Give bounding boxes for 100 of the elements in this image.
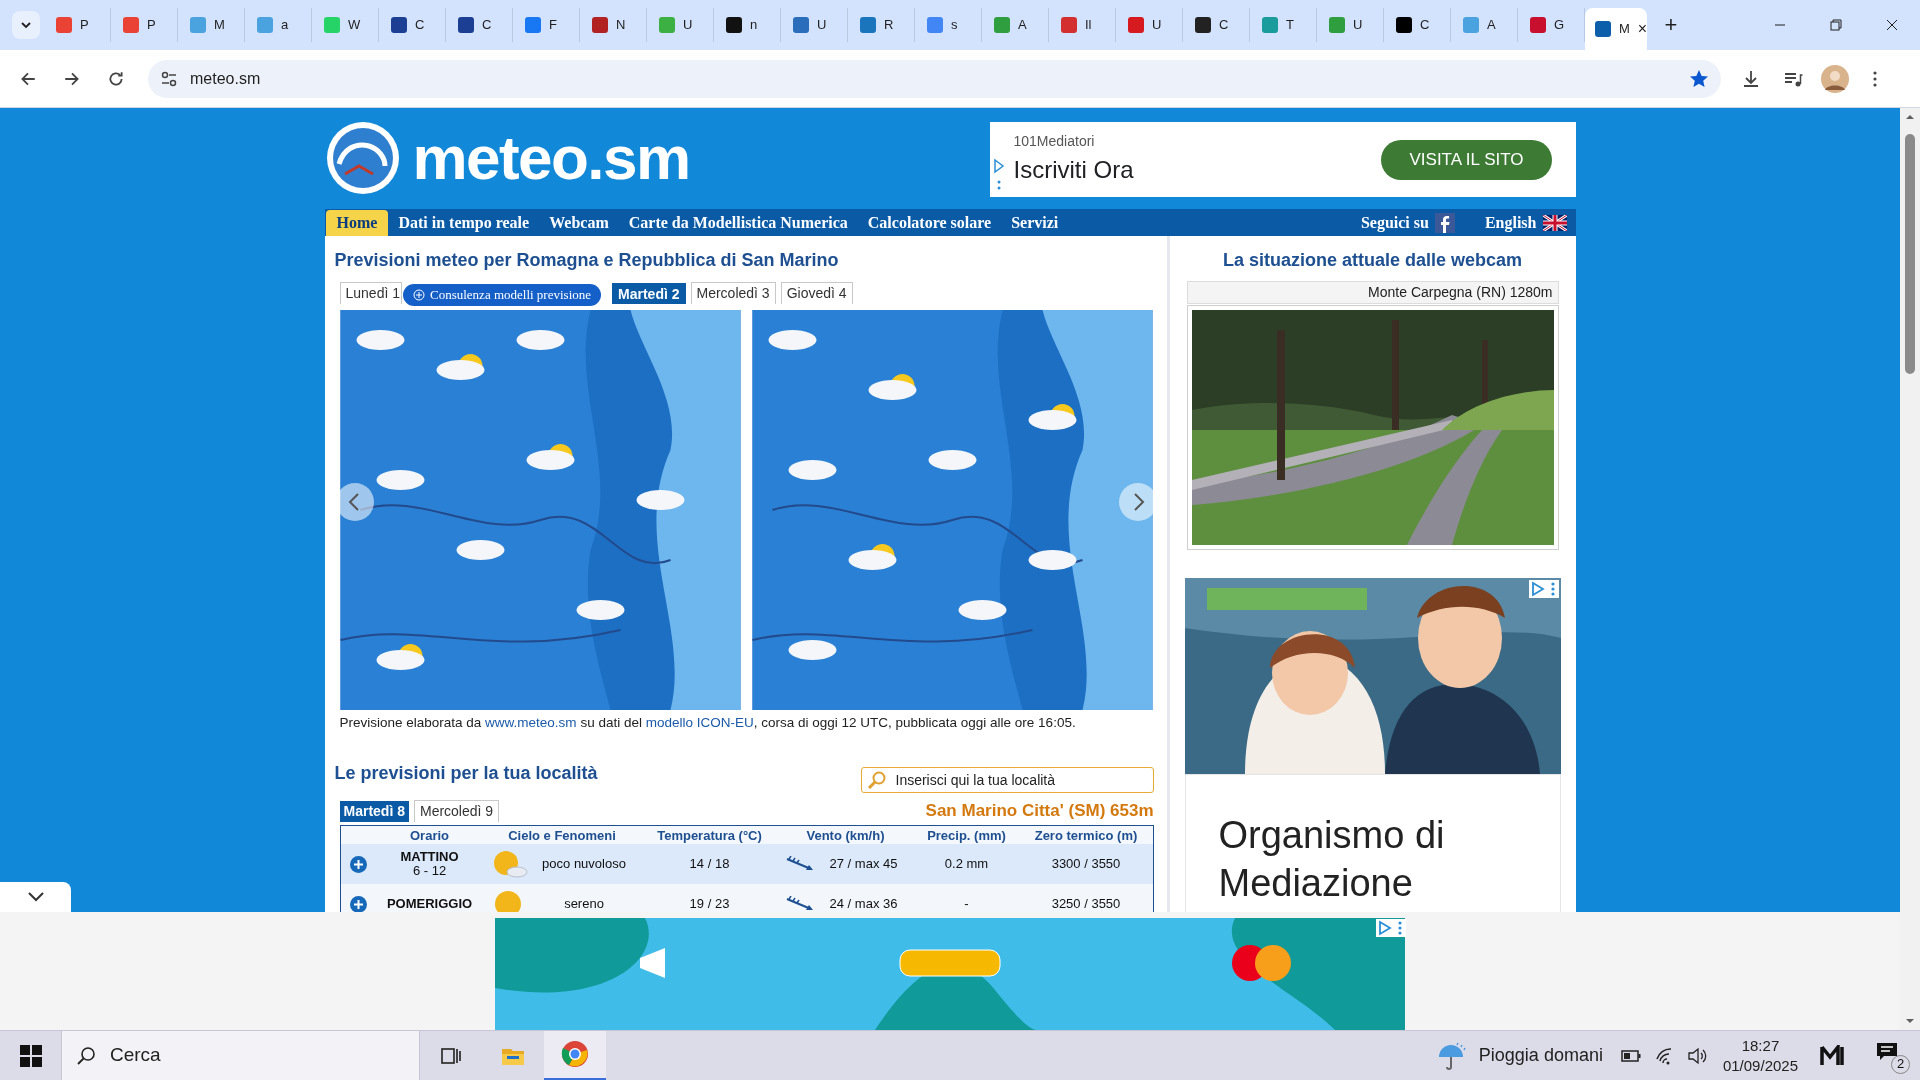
expand-icon[interactable] <box>349 855 367 873</box>
browser-tab[interactable]: Il <box>1049 8 1116 42</box>
url-text: meteo.sm <box>190 68 261 89</box>
column-header: Temperatura (°C) <box>656 827 763 845</box>
ad-choices-badge[interactable] <box>1376 919 1406 937</box>
tab-title: M <box>214 16 225 35</box>
follow-link[interactable]: Seguici su <box>1352 210 1463 236</box>
tab-title: N <box>616 16 626 35</box>
battery-icon[interactable] <box>1620 1048 1641 1063</box>
browser-tab[interactable]: P <box>111 8 178 42</box>
browser-tab[interactable]: R <box>848 8 915 42</box>
star-icon[interactable] <box>1689 68 1709 89</box>
scrollbar[interactable] <box>1900 108 1920 1030</box>
browser-tab[interactable]: N <box>580 8 647 42</box>
clock[interactable]: 18:27 01/09/2025 <box>1722 1035 1798 1076</box>
weather-widget[interactable]: Pioggia domani <box>1436 1040 1603 1071</box>
scroll-up-icon[interactable] <box>1905 112 1915 122</box>
advertiser-name: 101Mediatori <box>1013 132 1096 151</box>
browser-tab[interactable]: F <box>513 8 580 42</box>
language-link[interactable]: English <box>1476 210 1575 236</box>
webcam-caption: Monte Carpegna (RN) 1280m <box>1186 281 1559 304</box>
nav-link[interactable]: Calcolatore solare <box>857 210 1002 236</box>
browser-tab[interactable]: P <box>44 8 111 42</box>
browser-icon <box>561 1040 589 1068</box>
scroll-down-icon[interactable] <box>1905 1016 1915 1026</box>
browser-tab[interactable]: M <box>178 8 245 42</box>
day-tab[interactable]: Lunedì 1 <box>339 282 402 304</box>
browser-tab[interactable]: M × <box>1585 8 1647 50</box>
site-logo[interactable]: meteo.sm <box>412 127 690 189</box>
search-icon <box>76 1045 96 1066</box>
avatar-icon[interactable] <box>1821 64 1849 93</box>
column-header: Zero termico (m) <box>1033 827 1139 845</box>
browser-tab[interactable]: U <box>1116 8 1183 42</box>
tab-title: U <box>817 16 827 35</box>
column-header: Orario <box>409 827 450 845</box>
browser-tab[interactable]: a <box>245 8 312 42</box>
logo-icon[interactable] <box>324 120 401 196</box>
chevron-down-icon <box>26 891 45 903</box>
day-tab[interactable]: Martedì 2 <box>612 283 686 304</box>
day-tab[interactable]: Giovedì 4 <box>780 282 853 304</box>
precipitation-value: 0.2 mm <box>943 855 990 874</box>
tab-title: A <box>1018 16 1027 35</box>
browser-tab[interactable]: U <box>1317 8 1384 42</box>
address-bar[interactable]: meteo.sm <box>148 59 1721 98</box>
ad-choices-badge[interactable] <box>1528 580 1559 598</box>
start-icon[interactable] <box>20 1044 42 1067</box>
link[interactable]: www.meteo.sm <box>485 715 577 730</box>
taskbar-app-button[interactable] <box>544 1030 606 1080</box>
weather-description: poco nuvoloso <box>541 855 627 874</box>
column-header: Cielo e Fenomeni <box>507 827 617 845</box>
nav-link[interactable]: Servizi <box>1001 210 1069 236</box>
browser-tab[interactable]: U <box>647 8 714 42</box>
tab-search-button[interactable] <box>12 11 40 39</box>
consult-models-button[interactable]: Consulenza modelli previsione <box>403 284 602 306</box>
weather-description: sereno <box>563 895 605 914</box>
day-tab[interactable]: Mercoledì 9 <box>413 800 500 822</box>
link[interactable]: modello ICON-EU <box>645 715 754 730</box>
app-icon[interactable] <box>1820 1044 1846 1067</box>
expand-icon[interactable] <box>349 895 367 913</box>
volume-icon[interactable] <box>1686 1046 1707 1065</box>
location-name: San Marino Citta' (SM) 653m <box>925 800 1154 822</box>
umbrella-icon <box>1436 1040 1467 1071</box>
close-icon[interactable]: × <box>1637 21 1648 37</box>
time-label: 18:27 <box>1741 1035 1780 1056</box>
tab-title: C <box>415 16 425 35</box>
collapse-ad-button[interactable] <box>0 882 71 912</box>
browser-tab[interactable]: C <box>1183 8 1250 42</box>
visit-site-button[interactable]: VISITA IL SITO <box>1381 139 1552 180</box>
precipitation-value: - <box>963 895 970 914</box>
location-search-field[interactable]: Inserisci qui la tua località <box>860 767 1154 793</box>
browser-tab[interactable]: U <box>781 8 848 42</box>
tab-title: U <box>1353 16 1363 35</box>
browser-tab[interactable]: C <box>446 8 513 42</box>
section-title: La situazione attuale dalle webcam <box>1222 249 1523 271</box>
nav-link[interactable]: Carte da Modellistica Numerica <box>618 210 858 236</box>
browser-tab[interactable]: s <box>915 8 982 42</box>
tab-title: C <box>482 16 492 35</box>
notifications-button[interactable]: 2 <box>1876 1039 1908 1072</box>
browser-tab[interactable]: n <box>714 8 781 42</box>
nav-link[interactable]: Webcam <box>539 210 619 236</box>
day-tab[interactable]: Mercoledì 3 <box>690 282 776 304</box>
browser-tab[interactable]: G <box>1518 8 1585 42</box>
browser-tab[interactable]: T <box>1250 8 1317 42</box>
taskbar-search-field[interactable]: Cerca <box>61 1030 420 1080</box>
wind-value: 27 / max 45 <box>828 855 899 874</box>
ad-banner[interactable]: 101Mediatori Iscriviti Ora VISITA IL SITO <box>989 122 1576 197</box>
section-title: Previsioni meteo per Romagna e Repubblica di San Marino <box>334 249 840 271</box>
browser-tab[interactable]: A <box>1451 8 1518 42</box>
browser-tab[interactable]: W <box>312 8 379 42</box>
browser-tab[interactable]: C <box>379 8 446 42</box>
scroll-thumb[interactable] <box>1905 134 1915 374</box>
day-tab[interactable]: Martedì 8 <box>339 801 409 822</box>
nav-link[interactable]: Dati in tempo reale <box>388 210 540 236</box>
browser-tab[interactable]: C <box>1384 8 1451 42</box>
site-settings-icon[interactable] <box>160 69 178 88</box>
new-tab-button[interactable]: + <box>1655 9 1687 41</box>
browser-tab[interactable]: A <box>982 8 1049 42</box>
nav-link[interactable]: Home <box>325 210 389 236</box>
hours-label: 6 - 12 <box>412 864 447 878</box>
ad-choices-icon <box>1376 919 1394 937</box>
